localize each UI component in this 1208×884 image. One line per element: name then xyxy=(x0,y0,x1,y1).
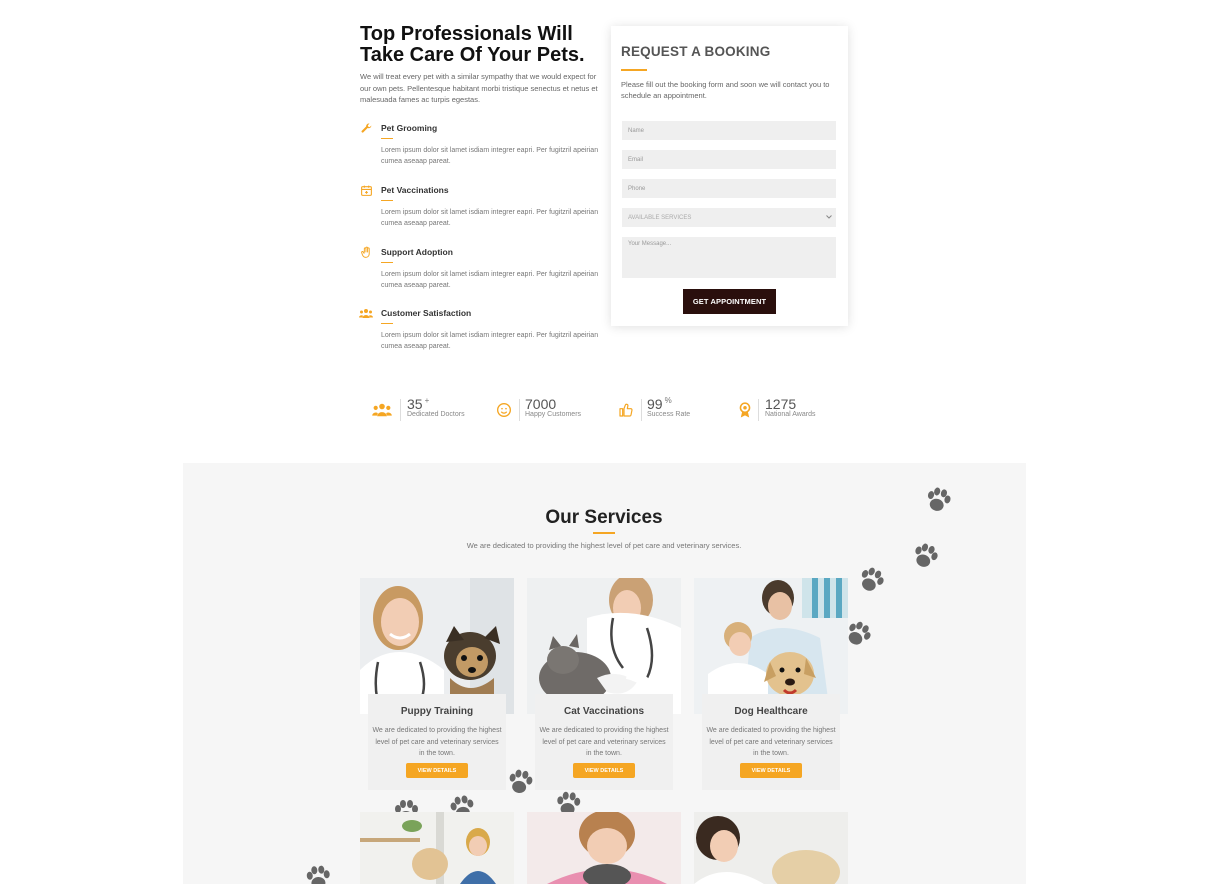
stat-number: 35 + xyxy=(407,396,430,412)
paw-icon xyxy=(306,865,330,884)
thumbs-up-icon xyxy=(615,401,637,419)
feature-divider xyxy=(381,323,393,324)
stat-divider xyxy=(400,399,401,421)
stat-number: 1275 xyxy=(765,396,797,412)
phone-placeholder: Phone xyxy=(628,185,646,192)
feature-title: Pet Grooming xyxy=(381,123,438,133)
feature-description: Lorem ipsum dolor sit lamet isdiam integ… xyxy=(381,147,599,165)
paw-icon xyxy=(509,769,533,793)
chevron-down-icon xyxy=(826,214,832,221)
view-details-button[interactable]: VIEW DETAILS xyxy=(573,763,635,778)
service-card-description: We are dedicated to providing the highes… xyxy=(706,727,836,757)
paw-icon xyxy=(861,567,884,591)
services-title: Our Services xyxy=(545,507,663,528)
smile-icon xyxy=(493,401,515,419)
message-field[interactable]: Your Message... xyxy=(622,237,836,278)
feature-description: Lorem ipsum dolor sit lamet isdiam integ… xyxy=(381,271,599,289)
feature-title: Customer Satisfaction xyxy=(381,308,472,318)
service-card-title: Dog Healthcare xyxy=(734,706,808,717)
name-field[interactable]: Name xyxy=(622,121,836,140)
feature-description: Lorem ipsum dolor sit lamet isdiam integ… xyxy=(381,332,599,350)
booking-title: REQUEST A BOOKING xyxy=(621,44,771,59)
hand-icon xyxy=(359,245,373,259)
stat-number: 99% xyxy=(647,396,672,412)
stat-label: Happy Customers xyxy=(525,411,582,418)
feature-divider xyxy=(381,138,393,139)
feature-title: Support Adoption xyxy=(381,247,453,257)
award-icon xyxy=(734,401,756,419)
view-details-button[interactable]: VIEW DETAILS xyxy=(406,763,468,778)
service-card-title: Puppy Training xyxy=(400,706,474,717)
services-subtitle: We are dedicated to providing the highes… xyxy=(466,541,742,550)
hero-description: We will treat every pet with a similar s… xyxy=(360,72,598,104)
booking-description: Please fill out the booking form and soo… xyxy=(621,80,830,100)
get-appointment-button[interactable]: GET APPOINTMENT xyxy=(683,289,776,314)
stat-label: Success Rate xyxy=(647,411,691,418)
feature-title: Pet Vaccinations xyxy=(381,185,449,195)
stat-number: 7000 xyxy=(525,396,557,412)
service-image-row2-1 xyxy=(360,812,514,884)
service-card-description: We are dedicated to providing the highes… xyxy=(539,727,669,757)
service-image-row2-2 xyxy=(527,812,681,884)
users-icon xyxy=(359,306,373,320)
service-card-cat-vaccinations: Cat Vaccinations We are dedicated to pro… xyxy=(535,694,673,790)
wrench-icon xyxy=(359,121,373,135)
stat-label: National Awards xyxy=(765,411,816,418)
name-placeholder: Name xyxy=(628,127,645,134)
message-placeholder: Your Message... xyxy=(628,241,672,247)
feature-divider xyxy=(381,200,393,201)
users-icon xyxy=(371,401,393,419)
stat-divider xyxy=(758,399,759,421)
email-field[interactable]: Email xyxy=(622,150,836,169)
booking-divider xyxy=(621,69,647,71)
stat-divider xyxy=(641,399,642,421)
stat-divider xyxy=(519,399,520,421)
service-card-dog-healthcare: Dog Healthcare We are dedicated to provi… xyxy=(702,694,840,790)
phone-field[interactable]: Phone xyxy=(622,179,836,198)
feature-divider xyxy=(381,262,393,263)
service-image-row2-3 xyxy=(694,812,848,884)
service-card-puppy-training: Puppy Training We are dedicated to provi… xyxy=(368,694,506,790)
hero-title: Top Professionals Will Take Care Of Your… xyxy=(360,23,585,66)
services-divider xyxy=(593,532,615,534)
services-select[interactable]: AVAILABLE SERVICES xyxy=(622,208,836,227)
feature-description: Lorem ipsum dolor sit lamet isdiam integ… xyxy=(381,209,599,227)
calendar-plus-icon xyxy=(359,183,373,197)
view-details-button[interactable]: VIEW DETAILS xyxy=(740,763,802,778)
booking-form: REQUEST A BOOKING Please fill out the bo… xyxy=(611,26,848,326)
services-select-value: AVAILABLE SERVICES xyxy=(628,214,692,221)
service-card-title: Cat Vaccinations xyxy=(563,706,645,717)
service-card-description: We are dedicated to providing the highes… xyxy=(372,727,502,757)
stat-label: Dedicated Doctors xyxy=(407,411,465,418)
email-placeholder: Email xyxy=(628,156,644,163)
